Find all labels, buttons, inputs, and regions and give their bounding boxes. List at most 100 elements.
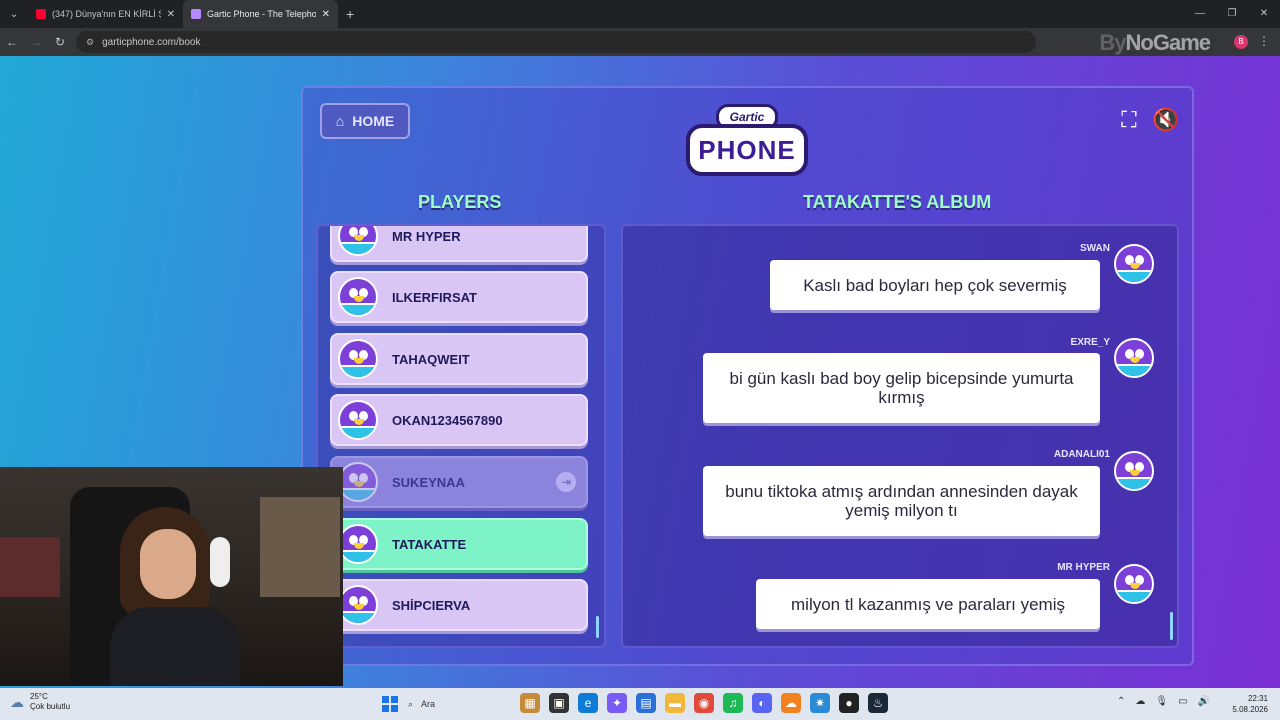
steam-icon[interactable]: ♨ <box>868 693 888 713</box>
player-avatar <box>338 277 378 317</box>
player-card[interactable]: ILKERFIRSAT <box>330 271 588 323</box>
player-name: OKAN1234567890 <box>392 412 503 428</box>
message-bubble: bunu tiktoka atmış ardından annesinden d… <box>703 466 1100 536</box>
onedrive-icon[interactable]: ☁ <box>1135 696 1145 707</box>
new-tab-button[interactable]: + <box>346 6 354 22</box>
browser-toolbar: ← → ↻ ⚙ garticphone.com/book <box>0 28 1280 56</box>
player-card-active[interactable]: TATAKATTE <box>330 518 588 570</box>
microphone-icon[interactable]: 🎙 <box>1155 696 1168 707</box>
message-bubble: bi gün kaslı bad boy gelip bicepsinde yu… <box>703 353 1100 423</box>
gartic-favicon-icon <box>191 9 201 19</box>
players-list[interactable]: MR HYPER ILKERFIRSAT TAHAQWEIT OKAN12345… <box>316 224 606 648</box>
forward-icon[interactable]: → <box>24 35 48 49</box>
search-icon: ⌕ <box>408 698 414 709</box>
chrome-icon[interactable]: ◉ <box>694 693 714 713</box>
taskbar-search[interactable]: ⌕ Ara <box>408 693 508 715</box>
browser-menu-icon[interactable]: ⋮ <box>1258 34 1270 48</box>
cloudflare-icon[interactable]: ☁ <box>781 693 801 713</box>
player-card-disconnected[interactable]: SUKEYNAA ⇥ <box>330 456 588 508</box>
player-avatar <box>338 524 378 564</box>
weather-text: 25°C Çok bulutlu <box>30 692 70 712</box>
weather-widget[interactable]: ☁ 25°C Çok bulutlu <box>10 692 70 712</box>
close-tab-icon[interactable]: ✕ <box>322 9 330 20</box>
profile-avatar[interactable]: B <box>1234 35 1248 49</box>
display-icon[interactable]: ▭ <box>1178 696 1187 707</box>
tray-chevron-icon[interactable]: ⌃ <box>1117 696 1125 707</box>
players-title: PLAYERS <box>418 192 502 212</box>
tab-title: (347) Dünya'nın EN KİRLİ Şehrin <box>52 9 161 19</box>
player-name: TAHAQWEIT <box>392 351 470 367</box>
store-icon[interactable]: ▤ <box>636 693 656 713</box>
nogame-watermark: ByNoGame <box>1099 30 1211 56</box>
obs-icon[interactable]: ● <box>839 693 859 713</box>
webcam-background-shelf <box>0 537 60 597</box>
player-card[interactable]: TAHAQWEIT <box>330 333 588 385</box>
close-tab-icon[interactable]: ✕ <box>167 9 175 20</box>
windows-start-icon[interactable] <box>382 696 398 712</box>
author-avatar <box>1114 244 1154 284</box>
message-author: SWAN <box>1080 243 1110 254</box>
clock-time: 22:31 <box>1247 694 1268 703</box>
home-icon: ⌂ <box>335 113 345 129</box>
discord-icon[interactable]: ◐ <box>752 693 772 713</box>
player-card[interactable]: SHİPCIERVA <box>330 579 588 631</box>
streamer <box>110 507 240 686</box>
player-card[interactable]: OKAN1234567890 <box>330 394 588 446</box>
mute-icon[interactable]: 🔇 <box>1150 106 1182 134</box>
restore-icon[interactable]: ❐ <box>1216 0 1248 28</box>
site-info-icon[interactable]: ⚙ <box>86 37 94 48</box>
address-bar[interactable]: ⚙ garticphone.com/book <box>76 31 1036 53</box>
player-card[interactable]: MR HYPER <box>330 226 588 262</box>
player-name: MR HYPER <box>392 228 461 244</box>
player-name: ILKERFIRSAT <box>392 289 477 305</box>
headset <box>210 537 230 587</box>
home-button[interactable]: ⌂ HOME <box>320 103 410 139</box>
browser-tab-youtube[interactable]: (347) Dünya'nın EN KİRLİ Şehrin ✕ <box>28 0 183 28</box>
album-title: TATAKATTE'S ALBUM <box>803 192 992 212</box>
browser-tab-bar: ⌄ (347) Dünya'nın EN KİRLİ Şehrin ✕ Gart… <box>0 0 1280 28</box>
exit-icon[interactable]: ⇥ <box>556 472 576 492</box>
message-author: MR HYPER <box>1057 562 1110 573</box>
task-view-icon[interactable]: ▣ <box>549 693 569 713</box>
weather-temp: 25°C <box>30 692 48 701</box>
player-name: SUKEYNAA <box>392 474 465 490</box>
webcam-background-cabinet <box>260 497 340 597</box>
network-app-icon[interactable]: ✷ <box>810 693 830 713</box>
player-name: SHİPCIERVA <box>392 597 471 613</box>
player-avatar <box>338 462 378 502</box>
message-author: ADANALI01 <box>1053 449 1110 460</box>
author-avatar <box>1114 564 1154 604</box>
windows-taskbar: ☁ 25°C Çok bulutlu ⌕ Ara ▦ ▣ e ✦ ▤ ▬ ◉ ♫… <box>0 688 1280 720</box>
minimize-icon[interactable]: — <box>1184 0 1216 28</box>
edge-icon[interactable]: e <box>578 693 598 713</box>
players-scrollbar[interactable] <box>596 616 599 638</box>
streamer-face <box>140 529 196 599</box>
widgets-icon[interactable]: ▦ <box>520 693 540 713</box>
fullscreen-icon[interactable]: ⛶ <box>1117 108 1141 132</box>
youtube-icon <box>36 9 46 19</box>
player-avatar <box>338 339 378 379</box>
author-avatar <box>1114 451 1154 491</box>
spotify-icon[interactable]: ♫ <box>723 693 743 713</box>
tab-search-chevron-icon[interactable]: ⌄ <box>0 0 28 28</box>
message-bubble: milyon tl kazanmış ve paraları yemiş <box>756 579 1100 629</box>
browser-tab-gartic[interactable]: Gartic Phone - The Telephone G ✕ <box>183 0 338 28</box>
watermark-text: NoGame <box>1125 30 1211 55</box>
streamer-shirt <box>110 607 240 686</box>
copilot-icon[interactable]: ✦ <box>607 693 627 713</box>
taskbar-apps: ▦ ▣ e ✦ ▤ ▬ ◉ ♫ ◐ ☁ ✷ ● ♨ <box>520 693 888 713</box>
taskbar-clock[interactable]: 22:31 5.08.2026 <box>1232 693 1268 715</box>
back-icon[interactable]: ← <box>0 35 24 49</box>
player-avatar <box>338 226 378 256</box>
gartic-phone-logo: Gartic PHONE <box>686 104 808 176</box>
message-author: EXRE_Y <box>1070 337 1110 348</box>
speaker-icon[interactable]: 🔊 <box>1198 696 1210 707</box>
search-placeholder: Ara <box>421 699 436 709</box>
close-window-icon[interactable]: ✕ <box>1248 0 1280 28</box>
album-scrollbar[interactable] <box>1170 612 1173 640</box>
reload-icon[interactable]: ↻ <box>48 35 72 49</box>
home-label: HOME <box>352 113 395 129</box>
clock-date: 5.08.2026 <box>1232 705 1268 714</box>
file-explorer-icon[interactable]: ▬ <box>665 693 685 713</box>
author-avatar <box>1114 338 1154 378</box>
